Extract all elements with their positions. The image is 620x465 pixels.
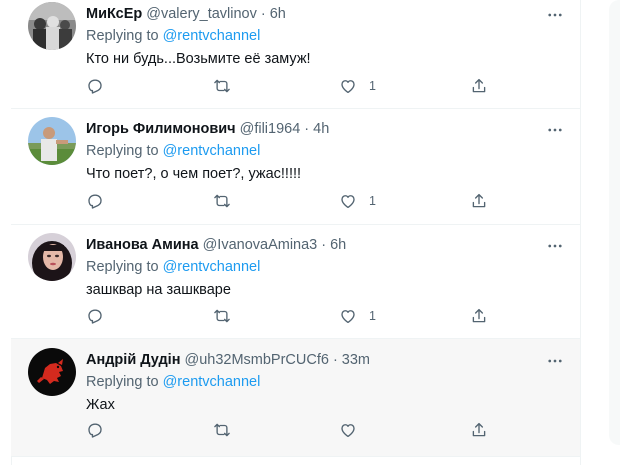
more-icon[interactable]: [544, 351, 566, 371]
reply-button[interactable]: [86, 420, 104, 440]
retweet-icon: [214, 423, 230, 437]
replying-to: Replying to @rentvchannel: [86, 26, 568, 46]
share-icon: [472, 308, 486, 323]
mention-link[interactable]: @rentvchannel: [163, 143, 261, 159]
share-button[interactable]: [470, 420, 488, 440]
timestamp[interactable]: 6h: [330, 237, 346, 253]
timestamp[interactable]: 4h: [313, 121, 329, 137]
author-handle[interactable]: @IvanovaAmina3: [203, 237, 318, 253]
tweet[interactable]: МиКсЕр @valery_tavlinov · 6h Replying to…: [11, 0, 580, 109]
sidebar-panel: [609, 0, 620, 445]
reply-button[interactable]: [86, 191, 104, 211]
author-name[interactable]: Иванова Амина: [86, 237, 199, 253]
avatar[interactable]: [28, 2, 76, 50]
more-icon[interactable]: [544, 236, 566, 256]
author-handle[interactable]: @valery_tavlinov: [146, 6, 257, 22]
action-bar: 1: [86, 76, 556, 96]
mention-link[interactable]: @rentvchannel: [163, 259, 261, 275]
share-button[interactable]: [470, 191, 488, 211]
share-button[interactable]: [470, 306, 488, 326]
avatar[interactable]: [28, 348, 76, 396]
author-name[interactable]: Игорь Филимонович: [86, 121, 236, 137]
mention-link[interactable]: @rentvchannel: [163, 374, 261, 390]
separator-dot: ·: [304, 121, 310, 137]
share-icon: [472, 193, 486, 208]
like-count: 1: [369, 309, 376, 323]
tweet[interactable]: Игорь Филимонович @fili1964 · 4h Replyin…: [11, 109, 580, 225]
reply-icon: [88, 79, 102, 94]
replying-to-label: Replying to: [86, 259, 159, 275]
action-bar: 1: [86, 306, 556, 326]
replying-to-label: Replying to: [86, 143, 159, 159]
more-icon[interactable]: [544, 5, 566, 25]
like-button[interactable]: 1: [339, 191, 376, 211]
mention-link[interactable]: @rentvchannel: [163, 28, 261, 44]
tweet[interactable]: Иванова Амина @IvanovaAmina3 · 6h Replyi…: [11, 225, 580, 339]
retweet-button[interactable]: [213, 420, 231, 440]
replying-to: Replying to @rentvchannel: [86, 257, 568, 277]
replying-to-label: Replying to: [86, 374, 159, 390]
replying-to: Replying to @rentvchannel: [86, 141, 568, 161]
timestamp[interactable]: 6h: [270, 6, 286, 22]
avatar[interactable]: [28, 117, 76, 165]
replying-to: Replying to @rentvchannel: [86, 372, 568, 392]
author-name[interactable]: МиКсЕр: [86, 6, 142, 22]
separator-dot: ·: [260, 6, 266, 22]
replying-to-label: Replying to: [86, 28, 159, 44]
reply-icon: [88, 423, 102, 438]
reply-button[interactable]: [86, 76, 104, 96]
share-button[interactable]: [470, 76, 488, 96]
reply-feed: МиКсЕр @valery_tavlinov · 6h Replying to…: [11, 0, 581, 465]
tweet-text: Что поет?, о чем поет?, ужас!!!!!: [86, 166, 302, 182]
reply-icon: [88, 309, 102, 324]
reply-button[interactable]: [86, 306, 104, 326]
share-icon: [472, 422, 486, 437]
share-icon: [472, 78, 486, 93]
retweet-button[interactable]: [213, 191, 231, 211]
retweet-button[interactable]: [213, 76, 231, 96]
like-count: 1: [369, 79, 376, 93]
tweet-text: зашквар на зашкваре: [86, 282, 231, 298]
tweet-text: Жах: [86, 397, 115, 413]
like-button[interactable]: 1: [339, 76, 376, 96]
separator-dot: ·: [321, 237, 327, 253]
reply-icon: [88, 194, 102, 209]
heart-icon: [341, 195, 355, 209]
retweet-button[interactable]: [213, 306, 231, 326]
avatar[interactable]: [28, 233, 76, 281]
author-handle[interactable]: @fili1964: [240, 121, 301, 137]
action-bar: [86, 420, 556, 440]
tweet-text: Кто ни будь...Возьмите её замуж!: [86, 51, 311, 67]
action-bar: 1: [86, 191, 556, 211]
like-button[interactable]: 1: [339, 306, 376, 326]
heart-icon: [341, 310, 355, 324]
author-handle[interactable]: @uh32MsmbPrCUCf6: [184, 352, 328, 368]
retweet-icon: [214, 309, 230, 323]
like-button[interactable]: [339, 420, 369, 440]
timestamp[interactable]: 33m: [342, 352, 370, 368]
more-icon[interactable]: [544, 120, 566, 140]
like-count: 1: [369, 194, 376, 208]
tweet[interactable]: Андрій Дудін @uh32MsmbPrCUCf6 · 33m Repl…: [11, 339, 580, 457]
heart-icon: [341, 424, 355, 438]
author-name[interactable]: Андрій Дудін: [86, 352, 180, 368]
retweet-icon: [214, 79, 230, 93]
heart-icon: [341, 80, 355, 94]
retweet-icon: [214, 194, 230, 208]
separator-dot: ·: [332, 352, 338, 368]
